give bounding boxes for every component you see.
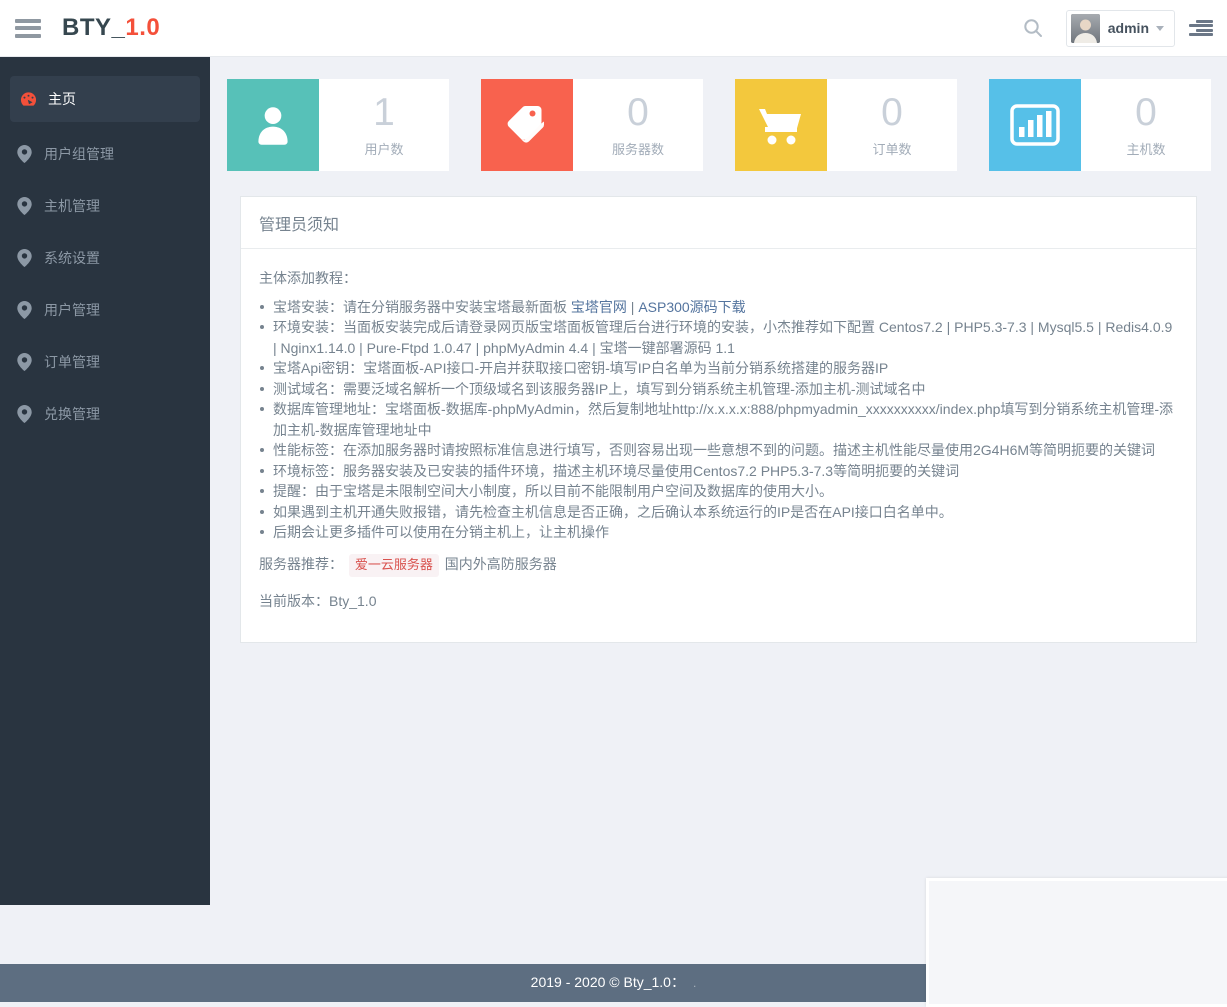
admin-notice-panel: 管理员须知 主体添加教程： 宝塔安装：请在分销服务器中安装宝塔最新面板 宝塔官网… (240, 196, 1197, 643)
stat-label: 用户数 (364, 139, 403, 158)
stat-value: 0 (881, 93, 903, 132)
baota-official-link[interactable]: 宝塔官网 (571, 299, 627, 315)
recommend-text: 国内外高防服务器 (445, 556, 557, 572)
notice-item: 提醒：由于宝塔是未限制空间大小制度，所以目前不能限制用户空间及数据库的使用大小。 (259, 481, 1178, 502)
map-pin-icon (16, 353, 33, 371)
logo-text: BTY_ (62, 14, 125, 41)
stat-info: 1 用户数 (319, 79, 449, 171)
user-icon (227, 79, 319, 171)
tags-icon (481, 79, 573, 171)
stat-card-servers: 0 服务器数 (481, 79, 703, 171)
sidebar: 主页 用户组管理 主机管理 系统设置 用户管理 (0, 57, 210, 905)
sidebar-item-label: 主页 (48, 89, 76, 109)
server-recommend-line: 服务器推荐： 爱一云服务器 国内外高防服务器 (259, 554, 1178, 578)
sidebar-item-host-management[interactable]: 主机管理 (0, 180, 210, 232)
sidebar-item-exchange-management[interactable]: 兑换管理 (0, 388, 210, 440)
footer-link[interactable]: . (693, 976, 696, 990)
sidebar-item-user-groups[interactable]: 用户组管理 (0, 128, 210, 180)
notice-item: 宝塔Api密钥：宝塔面板-API接口-开启并获取接口密钥-填写IP白名单为当前分… (259, 358, 1178, 379)
map-pin-icon (16, 197, 33, 215)
sidebar-item-home[interactable]: 主页 (10, 76, 200, 122)
top-navbar: BTY_1.0 admin (0, 0, 1227, 57)
stat-value: 1 (373, 93, 395, 132)
bottom-right-overlay-frame (926, 878, 1227, 1007)
aiyun-server-link[interactable]: 爱一云服务器 (349, 554, 439, 578)
sidebar-menu: 主页 用户组管理 主机管理 系统设置 用户管理 (0, 76, 210, 440)
stat-label: 服务器数 (612, 139, 664, 158)
stat-value: 0 (1135, 93, 1157, 132)
map-pin-icon (16, 249, 33, 267)
footer-copyright: 2019 - 2020 © Bty_1.0： (531, 974, 685, 990)
panel-body: 主体添加教程： 宝塔安装：请在分销服务器中安装宝塔最新面板 宝塔官网 | ASP… (241, 249, 1196, 642)
main-content: 1 用户数 0 服务器数 (210, 57, 1227, 643)
stat-value: 0 (627, 93, 649, 132)
link-separator: | (627, 299, 638, 315)
stat-card-hosts: 0 主机数 (989, 79, 1211, 171)
stat-label: 订单数 (872, 139, 911, 158)
cart-icon (735, 79, 827, 171)
map-pin-icon (16, 405, 33, 423)
notice-item: 如果遇到主机开通失败报错，请先检查主机信息是否正确，之后确认本系统运行的IP是否… (259, 502, 1178, 523)
notice-item: 性能标签：在添加服务器时请按照标准信息进行填写，否则容易出现一些意想不到的问题。… (259, 440, 1178, 461)
stat-info: 0 主机数 (1081, 79, 1211, 171)
sidebar-item-label: 订单管理 (44, 352, 100, 372)
sidebar-item-user-management[interactable]: 用户管理 (0, 284, 210, 336)
avatar (1071, 14, 1100, 43)
map-pin-icon (16, 301, 33, 319)
sidebar-item-label: 兑换管理 (44, 404, 100, 424)
stat-card-users: 1 用户数 (227, 79, 449, 171)
stat-info: 0 订单数 (827, 79, 957, 171)
dashboard-icon (20, 90, 37, 108)
logo-version: 1.0 (125, 14, 160, 41)
notice-item-text: 宝塔安装：请在分销服务器中安装宝塔最新面板 (273, 299, 571, 315)
sidebar-item-order-management[interactable]: 订单管理 (0, 336, 210, 388)
stats-row: 1 用户数 0 服务器数 (227, 79, 1211, 171)
sidebar-item-label: 主机管理 (44, 196, 100, 216)
notice-item: 环境标签：服务器安装及已安装的插件环境，描述主机环境尽量使用Centos7.2 … (259, 461, 1178, 482)
notice-intro: 主体添加教程： (259, 268, 1178, 289)
sidebar-item-label: 用户组管理 (44, 144, 114, 164)
notice-item: 宝塔安装：请在分销服务器中安装宝塔最新面板 宝塔官网 | ASP300源码下载 (259, 297, 1178, 318)
search-icon[interactable] (1016, 11, 1050, 45)
notice-item: 测试域名：需要泛域名解析一个顶级域名到该服务器IP上，填写到分销系统主机管理-添… (259, 379, 1178, 400)
sidebar-item-system-settings[interactable]: 系统设置 (0, 232, 210, 284)
notice-item: 数据库管理地址：宝塔面板-数据库-phpMyAdmin，然后复制地址http:/… (259, 399, 1178, 440)
stat-label: 主机数 (1126, 139, 1165, 158)
current-version-line: 当前版本：Bty_1.0 (259, 591, 1178, 612)
sidebar-item-label: 系统设置 (44, 248, 100, 268)
app-logo[interactable]: BTY_1.0 (62, 14, 160, 42)
stat-info: 0 服务器数 (573, 79, 703, 171)
map-pin-icon (16, 145, 33, 163)
notice-list: 宝塔安装：请在分销服务器中安装宝塔最新面板 宝塔官网 | ASP300源码下载 … (259, 297, 1178, 543)
sidebar-item-label: 用户管理 (44, 300, 100, 320)
stat-card-orders: 0 订单数 (735, 79, 957, 171)
notice-item: 后期会让更多插件可以使用在分销主机上，让主机操作 (259, 522, 1178, 543)
user-dropdown[interactable]: admin (1066, 10, 1175, 47)
recommend-label: 服务器推荐： (259, 556, 343, 572)
bar-chart-icon (989, 79, 1081, 171)
chevron-down-icon (1156, 26, 1164, 31)
asp300-download-link[interactable]: ASP300源码下载 (638, 299, 745, 315)
right-panel-toggle-icon[interactable] (1189, 20, 1213, 37)
notice-item: 环境安装：当面板安装完成后请登录网页版宝塔面板管理后台进行环境的安装，小杰推荐如… (259, 317, 1178, 358)
panel-title: 管理员须知 (241, 197, 1196, 249)
user-name: admin (1108, 20, 1149, 36)
hamburger-menu-icon[interactable] (15, 19, 41, 38)
